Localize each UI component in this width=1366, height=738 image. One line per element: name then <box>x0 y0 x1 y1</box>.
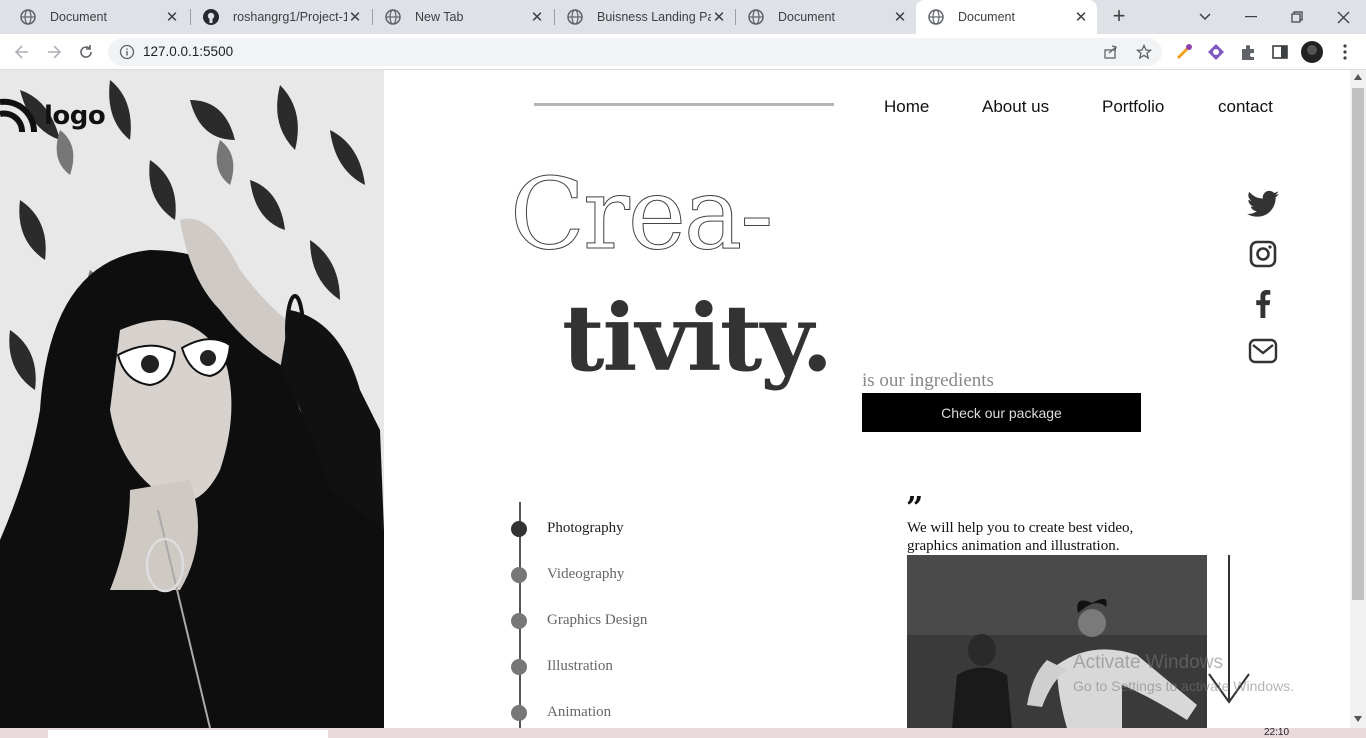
close-icon[interactable]: ✕ <box>1073 9 1089 26</box>
close-window-button[interactable] <box>1320 0 1366 34</box>
twitter-icon[interactable] <box>1246 187 1280 221</box>
tab-document-2[interactable]: Document ✕ <box>736 0 916 34</box>
service-label: Illustration <box>547 658 613 674</box>
tab-document-active[interactable]: Document ✕ <box>916 0 1097 34</box>
globe-icon <box>567 9 583 25</box>
logo-icon <box>0 98 38 133</box>
service-label: Animation <box>547 704 612 720</box>
tab-document-1[interactable]: Document ✕ <box>8 0 188 34</box>
site-logo[interactable]: logo <box>0 98 106 134</box>
scroll-up-icon <box>1354 74 1362 80</box>
close-icon[interactable]: ✕ <box>711 9 727 26</box>
web-page: logo Home About us Portfolio contact Cre… <box>0 70 1350 728</box>
taskbar-search[interactable] <box>48 730 328 738</box>
kebab-menu-icon[interactable] <box>1336 43 1354 61</box>
scrollbar-thumb[interactable] <box>1352 88 1364 600</box>
globe-icon <box>20 9 36 25</box>
hero-heading-line-1: Crea- <box>509 158 773 272</box>
globe-icon <box>928 9 944 25</box>
nav-divider <box>534 103 834 106</box>
side-panel-icon[interactable] <box>1271 43 1289 61</box>
timeline-dot <box>511 612 527 629</box>
profile-avatar[interactable] <box>1301 41 1323 63</box>
back-button[interactable] <box>10 40 34 64</box>
service-label: Videography <box>547 566 625 582</box>
facebook-icon[interactable] <box>1246 287 1280 321</box>
extension-icon[interactable] <box>1207 43 1225 61</box>
timeline-dot <box>511 566 527 583</box>
browser-toolbar: 127.0.0.1:5500 <box>0 34 1366 70</box>
back-arrow-icon <box>14 45 28 59</box>
close-icon[interactable]: ✕ <box>529 9 545 26</box>
nav-portfolio[interactable]: Portfolio <box>1102 97 1164 117</box>
color-picker-extension-icon[interactable] <box>1175 43 1193 61</box>
url-text: 127.0.0.1:5500 <box>143 44 234 59</box>
service-item[interactable]: Graphics Design <box>511 612 647 629</box>
bookmark-star-icon <box>1136 44 1152 60</box>
browser-tab-strip: Document ✕ roshangrg1/Project-13 ✕ New T… <box>0 0 1366 34</box>
close-icon[interactable]: ✕ <box>164 9 180 26</box>
instagram-icon[interactable] <box>1246 237 1280 271</box>
timeline-dot <box>511 520 527 537</box>
tab-label: Buisness Landing Page <box>597 10 711 24</box>
restore-button[interactable] <box>1274 0 1320 34</box>
close-icon[interactable]: ✕ <box>347 9 363 26</box>
info-icon <box>119 44 135 60</box>
quote-text: We will help you to create best video, g… <box>907 520 1134 554</box>
globe-icon <box>748 9 764 25</box>
reload-icon <box>80 45 92 58</box>
windows-taskbar: 22:10 <box>0 728 1366 738</box>
hero-heading-line-2: tivity. <box>562 284 833 392</box>
timeline-dot <box>511 704 527 721</box>
service-item[interactable]: Photography <box>511 520 624 537</box>
service-item[interactable]: Illustration <box>511 658 613 675</box>
tab-label: Document <box>778 10 835 24</box>
restore-icon <box>1291 11 1303 23</box>
minimize-icon <box>1245 16 1257 18</box>
activate-windows-watermark: Activate Windows Go to Settings to activ… <box>1073 652 1294 694</box>
service-item[interactable]: Videography <box>511 566 624 583</box>
nav-home[interactable]: Home <box>884 97 929 117</box>
hero-tagline: is our ingredients <box>862 370 994 391</box>
reload-button[interactable] <box>74 40 98 64</box>
taskbar-clock: 22:10 <box>1264 728 1290 738</box>
nav-about-us[interactable]: About us <box>982 97 1049 117</box>
logo-text: logo <box>44 101 106 131</box>
forward-button[interactable] <box>42 40 66 64</box>
mail-icon[interactable] <box>1246 334 1280 368</box>
tab-label: Document <box>958 10 1015 24</box>
scroll-down-icon <box>1354 716 1362 722</box>
tab-business-landing[interactable]: Buisness Landing Page ✕ <box>555 0 735 34</box>
chevron-down-icon <box>1199 13 1211 21</box>
address-bar[interactable]: 127.0.0.1:5500 <box>108 38 1162 66</box>
watermark-subtitle: Go to Settings to activate Windows. <box>1073 678 1294 694</box>
puzzle-extensions-icon[interactable] <box>1239 43 1257 61</box>
service-item[interactable]: Animation <box>511 704 611 721</box>
github-icon <box>203 9 219 25</box>
globe-icon <box>385 9 401 25</box>
close-icon[interactable]: ✕ <box>892 9 908 26</box>
tab-github[interactable]: roshangrg1/Project-13 ✕ <box>191 0 371 34</box>
watermark-title: Activate Windows <box>1073 652 1223 673</box>
share-icon <box>1104 45 1117 59</box>
tab-label: New Tab <box>415 10 464 24</box>
timeline-dot <box>511 658 527 675</box>
tab-label: roshangrg1/Project-13 <box>233 10 347 24</box>
check-package-button[interactable]: Check our package <box>862 393 1141 432</box>
hero-photo: logo <box>0 70 384 728</box>
tab-search-button[interactable] <box>1182 0 1228 34</box>
nav-contact[interactable]: contact <box>1218 97 1273 117</box>
minimize-button[interactable] <box>1228 0 1274 34</box>
close-icon <box>1337 11 1349 23</box>
new-tab-button[interactable]: + <box>1107 5 1131 29</box>
service-label: Photography <box>547 520 624 536</box>
tab-label: Document <box>50 10 107 24</box>
dancers-photo <box>907 555 1207 728</box>
service-label: Graphics Design <box>547 612 648 628</box>
tab-new-tab[interactable]: New Tab ✕ <box>373 0 553 34</box>
forward-arrow-icon <box>48 45 62 59</box>
